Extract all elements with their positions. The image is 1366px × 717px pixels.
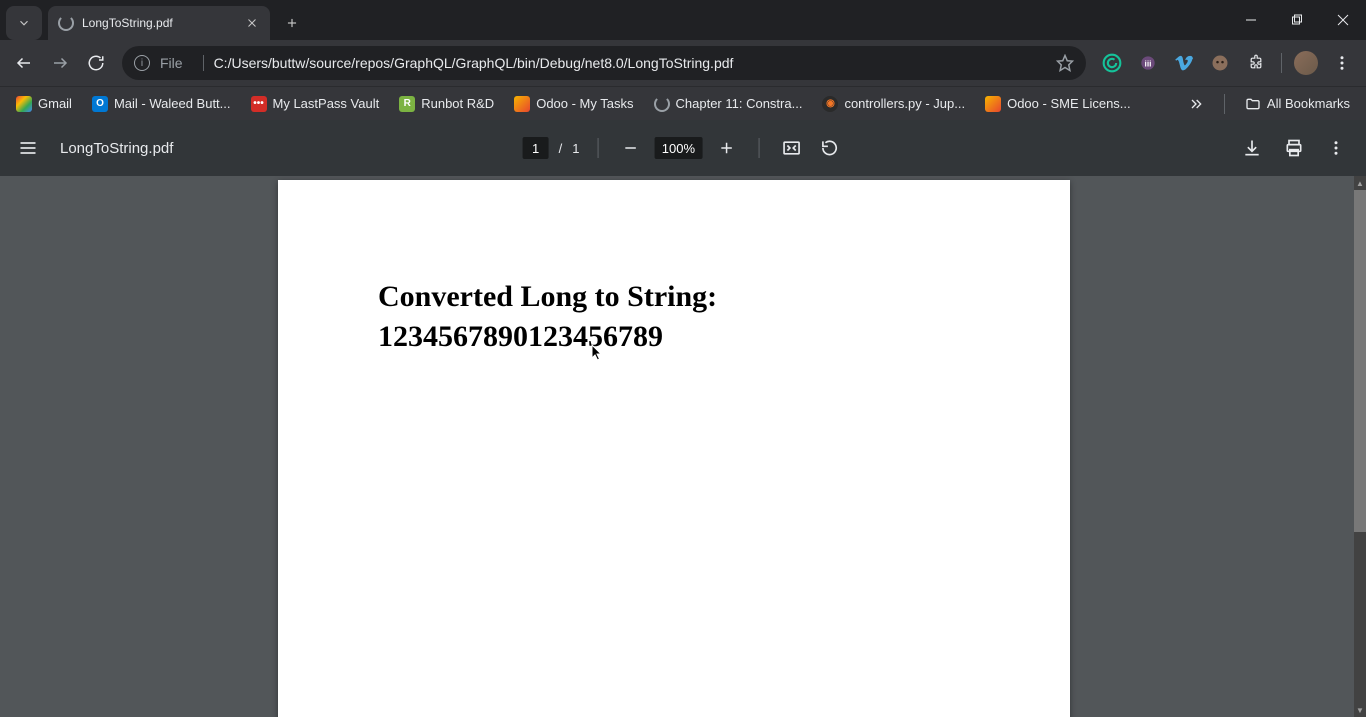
bookmark-runbot[interactable]: RRunbot R&D	[391, 90, 502, 118]
back-button[interactable]	[8, 47, 40, 79]
bookmarks-bar: Gmail OMail - Waleed Butt... •••My LastP…	[0, 86, 1366, 120]
pdf-menu-button[interactable]	[16, 136, 40, 160]
page-number-input[interactable]	[523, 137, 549, 159]
reload-button[interactable]	[80, 47, 112, 79]
bookmark-label: Runbot R&D	[421, 96, 494, 111]
address-bar[interactable]: i File C:/Users/buttw/source/repos/Graph…	[122, 46, 1086, 80]
extensions-button[interactable]	[1240, 47, 1272, 79]
bookmark-label: My LastPass Vault	[273, 96, 380, 111]
bookmark-lastpass[interactable]: •••My LastPass Vault	[243, 90, 388, 118]
site-info-icon[interactable]: i	[134, 55, 150, 71]
zoom-in-button[interactable]	[712, 134, 740, 162]
zoom-out-button[interactable]	[616, 134, 644, 162]
bookmark-star-icon[interactable]	[1056, 54, 1074, 72]
extension-vimeo-icon[interactable]	[1168, 47, 1200, 79]
bookmark-odoo-tasks[interactable]: Odoo - My Tasks	[506, 90, 641, 118]
bookmark-outlook[interactable]: OMail - Waleed Butt...	[84, 90, 239, 118]
folder-icon	[1245, 96, 1261, 112]
print-button[interactable]	[1280, 134, 1308, 162]
window-titlebar: LongToString.pdf	[0, 0, 1366, 40]
bookmark-chapter11[interactable]: Chapter 11: Constra...	[646, 90, 811, 118]
bookmark-label: controllers.py - Jup...	[844, 96, 965, 111]
svg-text:iii: iii	[1145, 58, 1152, 68]
forward-button[interactable]	[44, 47, 76, 79]
bookmarks-divider	[1224, 94, 1225, 114]
toolbar-divider	[597, 138, 598, 158]
bookmark-label: Odoo - My Tasks	[536, 96, 633, 111]
bookmark-label: Chapter 11: Constra...	[676, 96, 803, 111]
toolbar-divider	[1276, 47, 1286, 79]
pdf-toolbar: LongToString.pdf / 1	[0, 120, 1366, 176]
rotate-button[interactable]	[815, 134, 843, 162]
pdf-value-text: 1234567890123456789	[378, 320, 717, 354]
bookmark-label: Odoo - SME Licens...	[1007, 96, 1131, 111]
window-maximize-button[interactable]	[1274, 0, 1320, 40]
zoom-level-input[interactable]	[654, 137, 702, 159]
bookmarks-overflow-button[interactable]	[1180, 96, 1212, 112]
extension-grammarly-icon[interactable]	[1096, 47, 1128, 79]
tab-favicon	[58, 15, 74, 31]
browser-toolbar: i File C:/Users/buttw/source/repos/Graph…	[0, 40, 1366, 86]
url-text: C:/Users/buttw/source/repos/GraphQL/Grap…	[214, 55, 1056, 71]
page-separator: /	[559, 141, 563, 156]
browser-tab[interactable]: LongToString.pdf	[48, 6, 270, 40]
bookmark-label: Gmail	[38, 96, 72, 111]
bookmark-label: Mail - Waleed Butt...	[114, 96, 231, 111]
tab-search-button[interactable]	[6, 6, 42, 40]
pdf-viewport[interactable]: Converted Long to String: 12345678901234…	[0, 176, 1354, 717]
url-separator	[203, 55, 204, 71]
window-controls	[1228, 0, 1366, 40]
pdf-filename: LongToString.pdf	[60, 140, 173, 157]
pdf-center-controls: / 1	[523, 134, 844, 162]
scroll-up-button[interactable]: ▲	[1354, 176, 1366, 190]
window-close-button[interactable]	[1320, 0, 1366, 40]
all-bookmarks-label: All Bookmarks	[1267, 96, 1350, 111]
all-bookmarks-button[interactable]: All Bookmarks	[1237, 90, 1358, 118]
extension-iron-icon[interactable]: iii	[1132, 47, 1164, 79]
bookmark-gmail[interactable]: Gmail	[8, 90, 80, 118]
profile-avatar[interactable]	[1290, 47, 1322, 79]
extension-monkey-icon[interactable]	[1204, 47, 1236, 79]
tab-title: LongToString.pdf	[82, 16, 244, 30]
page-total: 1	[572, 141, 579, 156]
pdf-right-controls	[1238, 134, 1350, 162]
download-button[interactable]	[1238, 134, 1266, 162]
scroll-down-button[interactable]: ▼	[1354, 703, 1366, 717]
url-scheme: File	[160, 55, 183, 71]
fit-to-page-button[interactable]	[777, 134, 805, 162]
new-tab-button[interactable]	[278, 9, 306, 37]
bookmark-odoo-sme[interactable]: Odoo - SME Licens...	[977, 90, 1139, 118]
pdf-more-button[interactable]	[1322, 134, 1350, 162]
scroll-thumb[interactable]	[1354, 190, 1366, 532]
tab-close-button[interactable]	[244, 15, 260, 31]
bookmark-jupyter[interactable]: ◉controllers.py - Jup...	[814, 90, 973, 118]
pdf-page: Converted Long to String: 12345678901234…	[278, 180, 1070, 717]
browser-menu-button[interactable]	[1326, 47, 1358, 79]
pdf-heading-text: Converted Long to String:	[378, 280, 717, 314]
pdf-page-content: Converted Long to String: 12345678901234…	[378, 280, 717, 354]
vertical-scrollbar[interactable]: ▲ ▼	[1354, 176, 1366, 717]
toolbar-divider	[758, 138, 759, 158]
window-minimize-button[interactable]	[1228, 0, 1274, 40]
